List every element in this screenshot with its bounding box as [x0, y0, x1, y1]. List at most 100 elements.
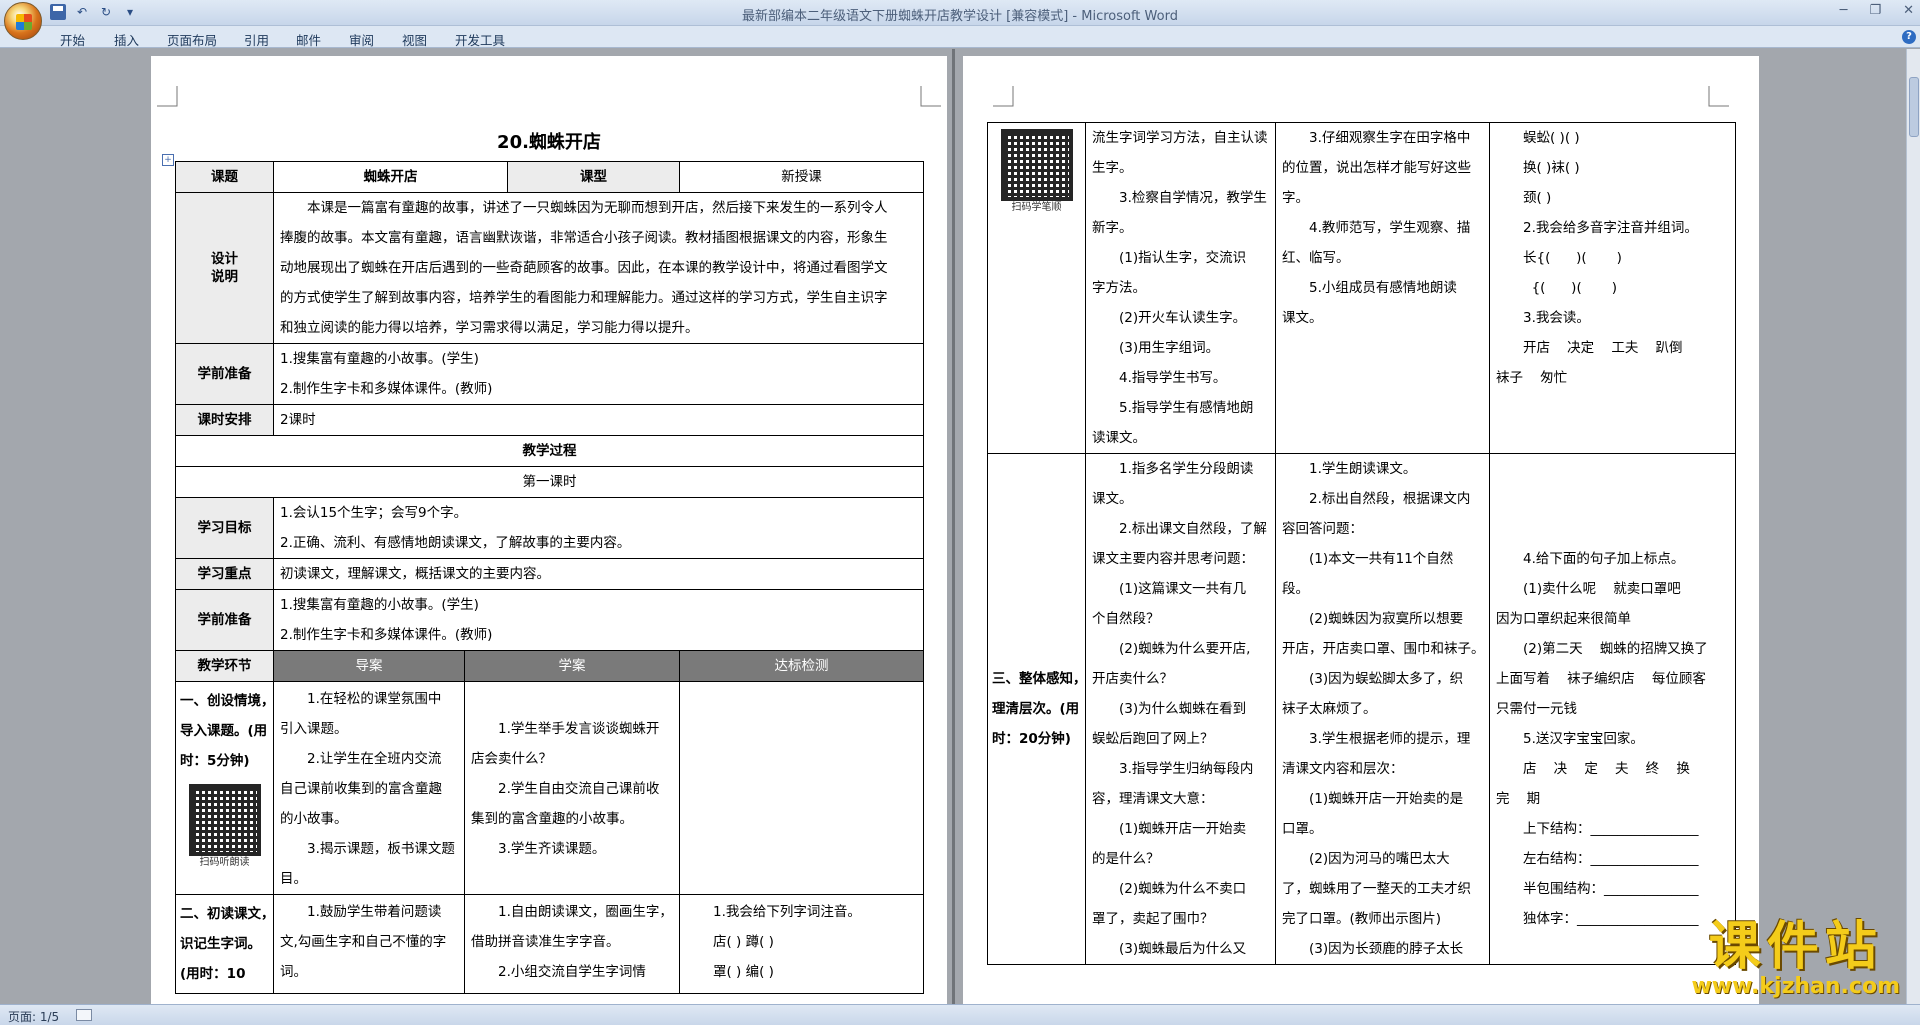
design-line: 的方式使学生了解到故事内容，培养学生的看图能力和理解能力。通过这样的学习方式，学… — [280, 290, 888, 306]
guide-line: (3)蜘蛛最后为什么又 — [1119, 941, 1247, 957]
document-page-1[interactable]: 20.蜘蛛开店 + 课题 蜘蛛开店 课型 新授课 设计说明 本课是一篇富有童趣的… — [151, 56, 947, 1004]
step3-label-line: 理清层次。(用 — [992, 701, 1080, 717]
guide-line: (2)蜘蛛为什么要开店, — [1119, 641, 1251, 657]
qr-cell: 扫码学笔顺 — [987, 122, 1086, 454]
learn-line: 店会卖什么？ — [471, 751, 552, 767]
table-move-handle-icon[interactable]: + — [162, 154, 174, 166]
step1-label-line: 导入课题。(用 — [180, 723, 268, 739]
minimize-icon[interactable]: ─ — [1840, 3, 1848, 18]
learn-line: 课文。 — [1282, 310, 1323, 326]
check-line: {( )( ) — [1523, 280, 1618, 296]
qr-caption: 扫码听朗读 — [199, 857, 250, 868]
check-line: 因为口罩织起来很简单 — [1496, 611, 1631, 627]
prep-text: 1.搜集富有童趣的小故事。(学生) 2.制作生字卡和多媒体课件。(教师) — [273, 343, 924, 405]
guide-line: 个自然段？ — [1092, 611, 1160, 627]
page-indicator[interactable]: 页面: 1/5 — [8, 1008, 59, 1025]
check-line: 5.送汉字宝宝回家。 — [1523, 731, 1644, 747]
step2-guide: 1.鼓励学生带着问题读 文,勾画生字和自己不懂的字 词。 — [273, 894, 465, 994]
page-title: 20.蜘蛛开店 — [497, 132, 601, 153]
scrollbar-thumb[interactable] — [1909, 77, 1919, 137]
guide-line: 开店卖什么？ — [1092, 671, 1173, 687]
learn-line: 借助拼音读准生字字音。 — [471, 934, 620, 950]
table-row: 学习重点 初读课文，理解课文，概括课文的主要内容。 — [175, 558, 924, 590]
check-line: 店( ) 蹲( ) — [713, 934, 774, 950]
tab-references[interactable]: 引用 — [244, 30, 269, 49]
table-row: 学习目标 1.会认15个生字；会写9个字。 2.正确、流利、有感情地朗读课文，了… — [175, 497, 924, 559]
help-icon[interactable]: ? — [1902, 30, 1916, 44]
check-line: (2)第二天 蜘蛛的招牌又换了 — [1523, 641, 1708, 657]
qr-code-icon — [188, 784, 261, 856]
key-label: 学习重点 — [175, 558, 274, 590]
guide-line: 读课文。 — [1092, 430, 1146, 446]
check-line: 上面写着 袜子编织店 每位顾客 — [1496, 671, 1706, 687]
tab-review[interactable]: 审阅 — [349, 30, 374, 49]
guide-line: 字方法。 — [1092, 280, 1146, 296]
period-heading: 第一课时 — [175, 466, 924, 498]
guide-line: 容，理清课文大意： — [1092, 791, 1214, 807]
tab-mailings[interactable]: 邮件 — [296, 30, 321, 49]
process-heading: 教学过程 — [175, 435, 924, 467]
step1-guide: 1.在轻松的课堂氛围中 引入课题。 2.让学生在全班内交流 自己课前收集到的富含… — [273, 681, 465, 895]
lesson-plan-table: 课题 蜘蛛开店 课型 新授课 设计说明 本课是一篇富有童趣的故事，讲述了一只蜘蛛… — [175, 161, 924, 994]
step1-label-line: 一、创设情境， — [180, 693, 269, 709]
document-page-2[interactable]: 扫码学笔顺 流生字词学习方法，自主认读 生字。 3.检察自学情况，教学生 新字。… — [963, 56, 1759, 1004]
table-header-row: 教学环节 导案 学案 达标检测 — [175, 650, 924, 682]
guide-line: 自己课前收集到的富含童趣 — [280, 781, 442, 797]
guide-line: 2.标出课文自然段，了解 — [1119, 521, 1267, 537]
tab-developer[interactable]: 开发工具 — [455, 30, 505, 49]
guide-line: 3.检察自学情况，教学生 — [1119, 190, 1267, 206]
watermark-logo-text: 课件站 — [1708, 917, 1883, 977]
office-button[interactable] — [4, 2, 42, 40]
learn-line: 段。 — [1282, 581, 1309, 597]
learn-line: 开店，开店卖口罩、围巾和袜子。 — [1282, 641, 1483, 657]
lesson-value: 蜘蛛开店 — [273, 161, 508, 193]
table-row: 学前准备 1.搜集富有童趣的小故事。(学生) 2.制作生字卡和多媒体课件。(教师… — [175, 343, 924, 405]
qr-caption: 扫码学笔顺 — [1011, 202, 1062, 213]
document-workspace: 20.蜘蛛开店 + 课题 蜘蛛开店 课型 新授课 设计说明 本课是一篇富有童趣的… — [0, 49, 1906, 1004]
type-label: 课型 — [507, 161, 680, 193]
qr-code-icon — [1000, 129, 1073, 201]
tab-view[interactable]: 视图 — [402, 30, 427, 49]
learn-line: (1)本文一共有11个自然 — [1309, 551, 1454, 567]
check-line: 店 决 定 夫 终 换 — [1523, 761, 1690, 777]
table-row: 设计说明 本课是一篇富有童趣的故事，讲述了一只蜘蛛因为无聊而想到开店，然后接下来… — [175, 192, 924, 344]
guide-line: 2.让学生在全班内交流 — [307, 751, 442, 767]
prep2-label: 学前准备 — [175, 589, 274, 651]
check-line: 左右结构：________________ — [1523, 851, 1699, 867]
tab-home[interactable]: 开始 — [60, 30, 85, 49]
prep-line: 2.制作生字卡和多媒体课件。(教师) — [280, 381, 493, 397]
design-line: 本课是一篇富有童趣的故事，讲述了一只蜘蛛因为无聊而想到开店，然后接下来发生的一系… — [307, 200, 888, 216]
proofing-icon[interactable] — [76, 1009, 92, 1021]
goal-text: 1.会认15个生字；会写9个字。 2.正确、流利、有感情地朗读课文，了解故事的主… — [273, 497, 924, 559]
learn-line: (2)蜘蛛因为寂寞所以想要 — [1309, 611, 1464, 627]
check-line: 颈( ) — [1523, 190, 1552, 206]
tab-insert[interactable]: 插入 — [114, 30, 139, 49]
goal-line: 2.正确、流利、有感情地朗读课文，了解故事的主要内容。 — [280, 535, 631, 551]
guide-line: 蜈蚣后跑回了网上？ — [1092, 731, 1214, 747]
close-icon[interactable]: ✕ — [1903, 3, 1914, 18]
table-row: 课时安排 2课时 — [175, 404, 924, 436]
tab-page-layout[interactable]: 页面布局 — [167, 30, 217, 49]
learn-line: 1.学生朗读课文。 — [1309, 461, 1417, 477]
vertical-scrollbar[interactable] — [1906, 49, 1920, 1004]
guide-line: 引入课题。 — [280, 721, 348, 737]
step1-label-line: 时：5分钟) — [180, 753, 250, 769]
ribbon-tabs: 开始 插入 页面布局 引用 邮件 审阅 视图 开发工具 ? — [0, 26, 1920, 48]
maximize-icon[interactable]: ❐ — [1869, 3, 1881, 18]
p2-guide-a: 流生字词学习方法，自主认读 生字。 3.检察自学情况，教学生 新字。 (1)指认… — [1085, 122, 1276, 454]
p2-learn-a: 3.仔细观察生字在田字格中 的位置，说出怎样才能写好这些 字。 4.教师范写，学… — [1275, 122, 1490, 454]
page-separator — [952, 49, 955, 1004]
learn-line: (3)因为蜈蚣脚太多了，织 — [1309, 671, 1464, 687]
step2-label-line: 识记生字词。 — [180, 936, 261, 952]
learn-line: 袜子太麻烦了。 — [1282, 701, 1377, 717]
check-line: 3.我会读。 — [1523, 310, 1590, 326]
guide-line: 生字。 — [1092, 160, 1133, 176]
design-text: 本课是一篇富有童趣的故事，讲述了一只蜘蛛因为无聊而想到开店，然后接下来发生的一系… — [273, 192, 924, 344]
lesson-label: 课题 — [175, 161, 274, 193]
guide-header: 导案 — [273, 650, 465, 682]
check-line: 换( )袜( ) — [1523, 160, 1580, 176]
check-line: 蜈蚣( )( ) — [1523, 130, 1580, 146]
learn-line: (2)因为河马的嘴巴太大 — [1309, 851, 1450, 867]
step-header: 教学环节 — [175, 650, 274, 682]
status-bar: 页面: 1/5 — [0, 1004, 1920, 1025]
